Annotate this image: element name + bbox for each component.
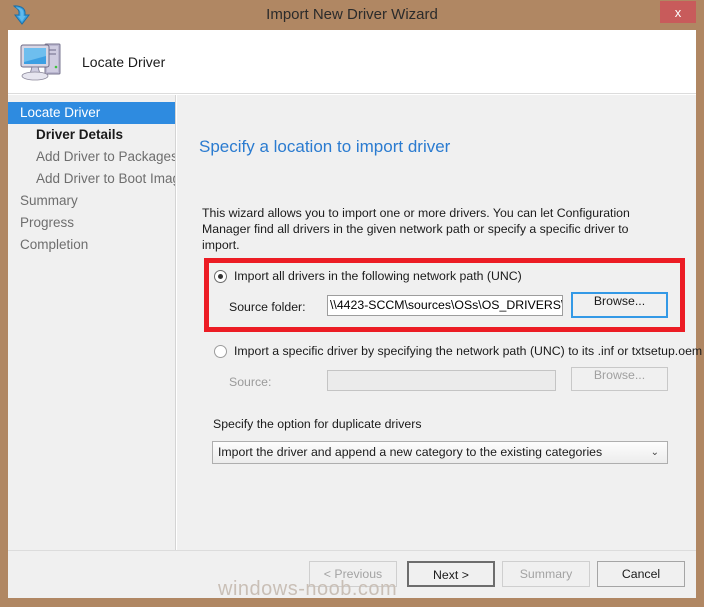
sidebar-item-completion[interactable]: Completion (8, 234, 175, 256)
summary-button[interactable]: Summary (502, 561, 590, 587)
radio-unselected-icon (214, 344, 227, 358)
sidebar-item-add-driver-to-packages[interactable]: Add Driver to Packages (8, 146, 175, 168)
sidebar-item-add-driver-to-boot-image[interactable]: Add Driver to Boot Image (8, 168, 175, 190)
duplicate-drivers-select[interactable]: Import the driver and append a new categ… (212, 441, 668, 464)
main-panel: Specify a location to import driver This… (177, 95, 704, 598)
source-folder-label: Source folder: (229, 300, 306, 314)
header-title: Locate Driver (82, 54, 166, 70)
wizard-sidebar: Locate Driver Driver Details Add Driver … (8, 95, 176, 598)
close-icon[interactable]: x (660, 1, 696, 23)
sidebar-item-locate-driver[interactable]: Locate Driver (8, 102, 175, 124)
duplicate-drivers-label: Specify the option for duplicate drivers (213, 417, 422, 431)
radio-import-all-drivers[interactable]: Import all drivers in the following netw… (214, 269, 522, 283)
intro-text: This wizard allows you to import one or … (202, 206, 630, 252)
sidebar-item-driver-details[interactable]: Driver Details (8, 124, 175, 146)
source-label: Source: (229, 375, 272, 389)
radio-import-specific-driver-label: Import a specific driver by specifying t… (234, 344, 704, 358)
chevron-down-icon: ⌄ (650, 447, 659, 458)
title-bar: Import New Driver Wizard x (0, 0, 704, 30)
browse-source-folder-button[interactable]: Browse... (571, 292, 668, 318)
page-title: Specify a location to import driver (199, 137, 451, 156)
radio-selected-icon (214, 269, 227, 283)
window-title: Import New Driver Wizard (266, 6, 438, 23)
next-button[interactable]: Next > (407, 561, 495, 587)
nav-list: Locate Driver Driver Details Add Driver … (8, 102, 175, 256)
client-area: Locate Driver Locate Driver Driver Detai… (8, 30, 704, 598)
duplicate-drivers-selected-value: Import the driver and append a new categ… (218, 445, 603, 459)
browse-source-button[interactable]: Browse... (571, 367, 668, 391)
wizard-window: Import New Driver Wizard x Locate Driver… (0, 0, 704, 607)
computer-icon (16, 36, 68, 86)
sidebar-item-progress[interactable]: Progress (8, 212, 175, 234)
wizard-footer: < Previous Next > Summary Cancel (8, 550, 696, 598)
source-input[interactable] (327, 370, 556, 391)
previous-button[interactable]: < Previous (309, 561, 397, 587)
cancel-button[interactable]: Cancel (597, 561, 685, 587)
wizard-header: Locate Driver (8, 30, 696, 94)
source-folder-input[interactable]: \\4423-SCCM\sources\OSs\OS_DRIVERS\De (327, 295, 563, 316)
radio-import-specific-driver[interactable]: Import a specific driver by specifying t… (214, 344, 704, 358)
sidebar-item-summary[interactable]: Summary (8, 190, 175, 212)
radio-import-all-drivers-label: Import all drivers in the following netw… (234, 269, 522, 283)
